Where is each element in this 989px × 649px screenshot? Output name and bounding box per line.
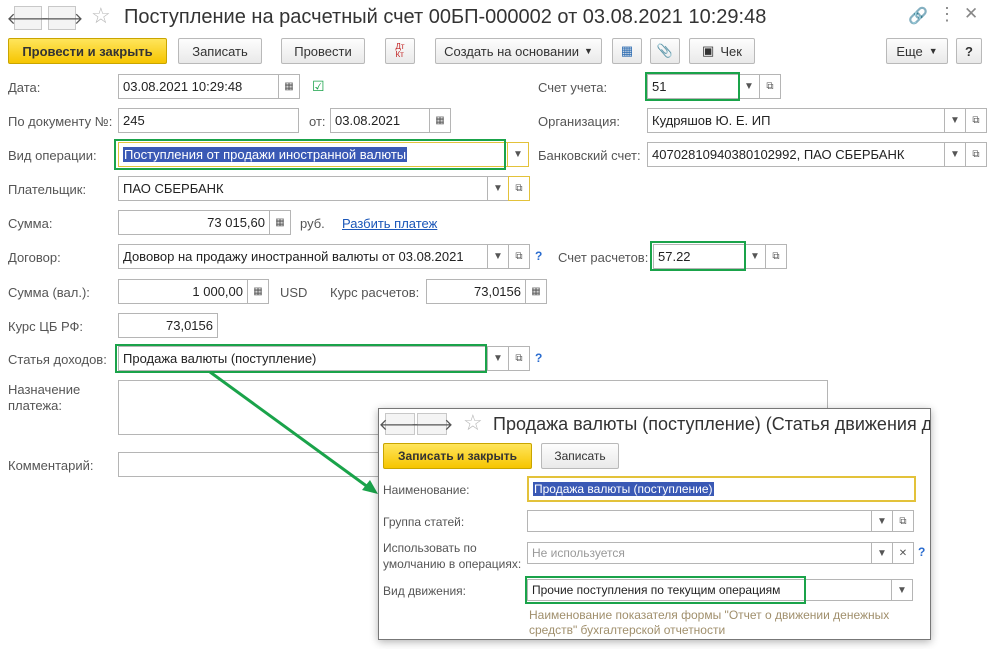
clear-button[interactable]: ✕ <box>892 542 914 564</box>
default-ops-label-line1: Использовать по <box>383 541 477 555</box>
arrow-right-icon: 🡒 <box>410 416 454 434</box>
open-window-icon: ⧉ <box>899 515 907 527</box>
clear-icon: ✕ <box>898 547 908 559</box>
popup-title: Продажа валюты (поступление) (Статья дви… <box>493 414 931 434</box>
help-mark[interactable]: ? <box>918 545 925 559</box>
group-input[interactable] <box>527 510 872 532</box>
chevron-down-icon: ▼ <box>897 584 907 596</box>
star-icon[interactable]: ☆ <box>463 410 483 436</box>
forward-button[interactable]: 🡒 <box>411 413 453 435</box>
default-ops-label-line2: умолчанию в операциях: <box>383 557 522 571</box>
chevron-down-icon: ▼ <box>877 515 887 527</box>
group-label: Группа статей: <box>383 515 465 529</box>
movement-hint-line1: Наименование показателя формы "Отчет о д… <box>529 608 890 622</box>
dropdown-button[interactable]: ▼ <box>871 510 893 532</box>
income-item-popup: 🡐 🡒 ☆ Продажа валюты (поступление) (Стат… <box>378 408 931 640</box>
open-button[interactable]: ⧉ <box>892 510 914 532</box>
default-ops-input[interactable]: Не используется <box>527 542 872 564</box>
movement-type-label: Вид движения: <box>383 584 466 598</box>
dropdown-button[interactable]: ▼ <box>871 542 893 564</box>
name-input[interactable]: Продажа валюты (поступление) <box>527 476 916 502</box>
dropdown-button[interactable]: ▼ <box>891 579 913 601</box>
save-and-close-button[interactable]: Записать и закрыть <box>383 443 532 469</box>
name-label: Наименование: <box>383 483 470 497</box>
chevron-down-icon: ▼ <box>877 547 887 559</box>
movement-hint-line2: средств" бухгалтерской отчетности <box>529 623 726 637</box>
save-button[interactable]: Записать <box>541 443 619 469</box>
highlight-frame <box>525 576 806 604</box>
